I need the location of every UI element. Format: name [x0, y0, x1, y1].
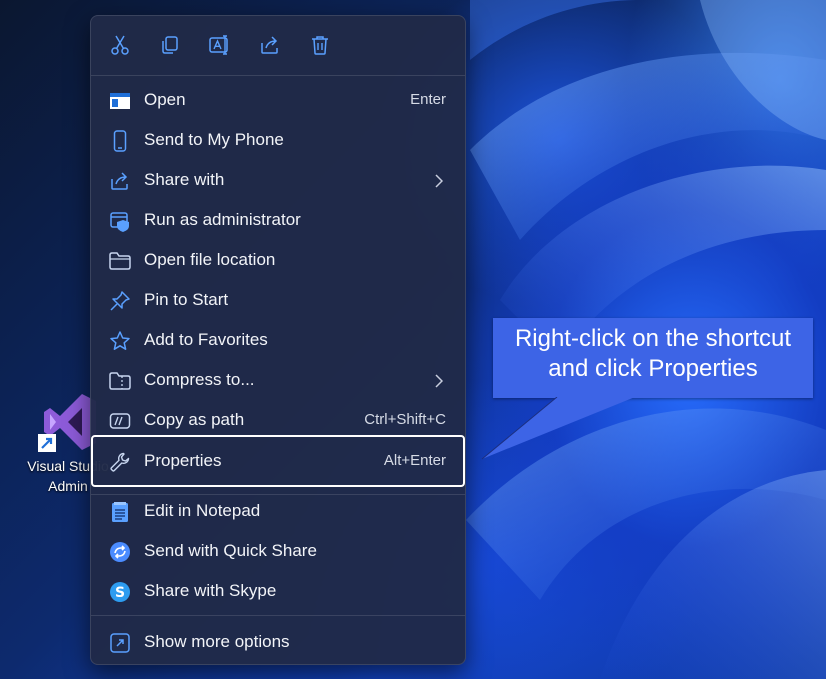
menu-item-shortcut: Enter — [410, 91, 446, 108]
separator — [91, 615, 465, 616]
menu-item-label: Send to My Phone — [144, 130, 284, 149]
menu-item-open[interactable]: Open Enter — [95, 81, 461, 119]
callout-pointer — [481, 397, 635, 460]
chevron-right-icon — [435, 373, 444, 393]
menu-item-shortcut: Ctrl+Shift+C — [364, 411, 446, 428]
menu-item-send-with-quick-share[interactable]: Send with Quick Share — [95, 532, 461, 570]
menu-item-open-file-location[interactable]: Open file location — [95, 241, 461, 279]
menu-item-label: Properties — [144, 451, 222, 470]
share-button[interactable] — [255, 30, 285, 60]
menu-item-label: Send with Quick Share — [144, 541, 317, 560]
context-menu: Open Enter Send to My Phone Share with R… — [90, 15, 466, 665]
menu-item-share-with[interactable]: Share with — [95, 161, 461, 199]
menu-item-send-to-my-phone[interactable]: Send to My Phone — [95, 121, 461, 159]
menu-item-label: Open — [144, 90, 186, 109]
menu-item-label: Compress to... — [144, 370, 255, 389]
menu-item-label: Show more options — [144, 632, 290, 651]
trash-icon — [312, 36, 328, 55]
separator — [91, 75, 465, 76]
delete-button[interactable] — [305, 30, 335, 60]
menu-item-shortcut: Alt+Enter — [383, 452, 446, 469]
menu-item-label: Run as administrator — [144, 210, 301, 229]
skype-icon: S — [109, 581, 131, 603]
menu-item-label: Share with — [144, 170, 225, 189]
instruction-callout: Right-click on the shortcut and click Pr… — [493, 318, 813, 398]
chevron-right-icon — [435, 173, 444, 193]
pin-icon — [109, 290, 131, 312]
menu-item-share-with-skype[interactable]: S Share with Skype — [95, 572, 461, 610]
menu-item-pin-to-start[interactable]: Pin to Start — [95, 281, 461, 319]
menu-item-label: Copy as path — [144, 410, 245, 429]
menu-item-label: Open file location — [144, 250, 276, 269]
star-icon — [109, 330, 131, 352]
visual-studio-icon — [38, 394, 96, 452]
menu-item-copy-as-path[interactable]: Copy as path Ctrl+Shift+C — [95, 401, 461, 439]
scissors-icon — [111, 35, 129, 55]
wrench-icon — [109, 451, 131, 473]
quick-share-icon — [109, 541, 131, 563]
copy-icon — [162, 36, 178, 54]
menu-item-label: Add to Favorites — [144, 330, 268, 349]
more-options-icon — [109, 632, 131, 654]
menu-item-run-as-administrator[interactable]: Run as administrator — [95, 201, 461, 239]
menu-item-label: Edit in Notepad — [144, 501, 261, 520]
folder-icon — [109, 250, 131, 272]
window-icon — [109, 90, 131, 112]
phone-icon — [109, 130, 131, 152]
menu-item-edit-in-notepad[interactable]: Edit in Notepad — [95, 492, 461, 530]
cut-button[interactable] — [105, 30, 135, 60]
share-icon — [109, 170, 131, 192]
shield-icon — [109, 210, 131, 232]
zip-folder-icon — [109, 370, 131, 392]
notepad-icon — [109, 501, 131, 523]
menu-item-label: Share with Skype — [144, 581, 277, 600]
menu-item-compress-to[interactable]: Compress to... — [95, 361, 461, 399]
menu-item-properties[interactable]: Properties Alt+Enter — [95, 442, 461, 480]
quick-actions-bar — [91, 16, 465, 76]
rename-button[interactable] — [205, 30, 235, 60]
rename-icon — [209, 35, 228, 55]
menu-item-label: Pin to Start — [144, 290, 229, 309]
copy-button[interactable] — [155, 30, 185, 60]
callout-text: Right-click on the shortcut and click Pr… — [514, 325, 792, 382]
svg-text:S: S — [115, 585, 125, 601]
menu-item-show-more-options[interactable]: Show more options — [95, 623, 461, 661]
share-icon — [261, 36, 278, 54]
menu-item-add-to-favorites[interactable]: Add to Favorites — [95, 321, 461, 359]
path-icon — [109, 410, 131, 432]
